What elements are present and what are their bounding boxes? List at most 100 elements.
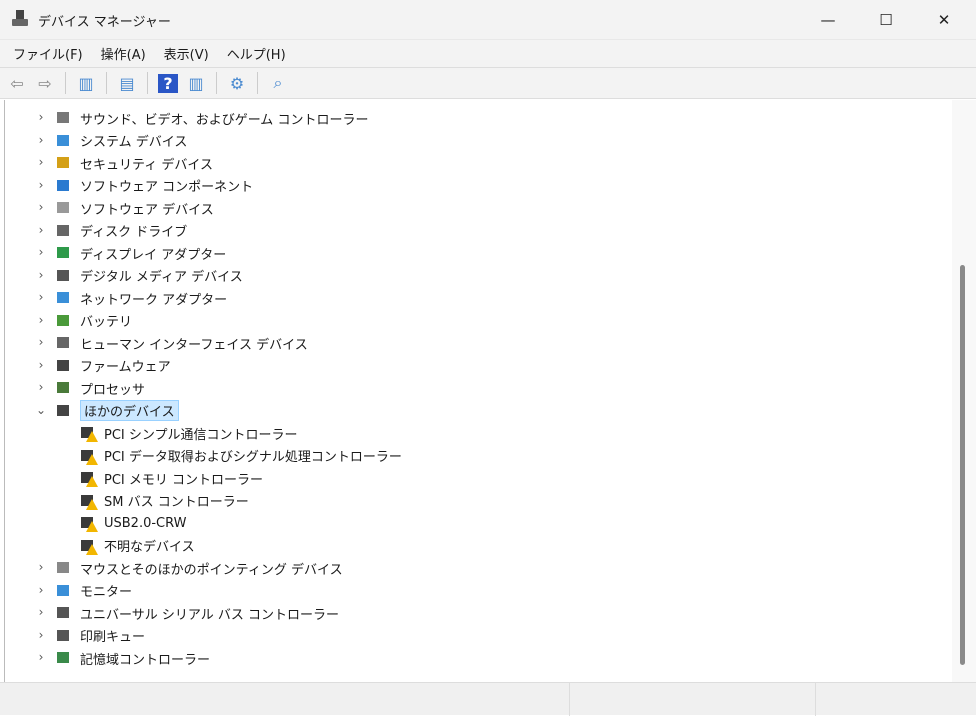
close-button[interactable]: ✕ [916,0,972,40]
warning-icon [86,544,98,555]
show-action-pane-icon: ▥ [188,74,203,93]
expand-chevron-icon[interactable]: › [35,560,47,574]
warning-icon [86,521,98,532]
expand-chevron-icon[interactable]: › [35,223,47,237]
device-tree[interactable]: › サウンド、ビデオ、およびゲーム コントローラー › システム デバイス › セキュリテ… [4,100,952,682]
category-label: モニター [80,581,132,600]
unknown-device-icon [78,537,96,555]
device-item[interactable]: PCI メモリ コントローラー [78,467,263,489]
category-label: サウンド、ビデオ、およびゲーム コントローラー [80,109,368,128]
category-label: デジタル メディア デバイス [80,266,243,285]
expand-chevron-icon[interactable]: › [35,290,47,304]
warning-icon [86,454,98,465]
battery-icon [54,312,72,330]
scan-hardware-icon: ⌕ [274,73,283,93]
scan-hardware-button[interactable]: ⌕ [267,72,289,94]
tree-category[interactable]: 記憶域コントローラー [54,647,210,669]
monitor-icon [54,582,72,600]
tree-category[interactable]: ソフトウェア コンポーネント [54,175,253,197]
tree-category[interactable]: デジタル メディア デバイス [54,265,243,287]
category-label: マウスとそのほかのポインティング デバイス [80,559,343,578]
expand-chevron-icon[interactable]: › [35,178,47,192]
device-label: USB2.0-CRW [104,516,187,531]
category-label: ファームウェア [80,356,171,375]
toolbar-separator [106,72,107,94]
expand-chevron-icon[interactable]: › [35,245,47,259]
properties-button[interactable]: ▤ [116,72,138,94]
tree-category[interactable]: ディスク ドライブ [54,220,187,242]
category-label: ネットワーク アダプター [80,289,227,308]
expand-chevron-icon[interactable]: › [35,583,47,597]
category-label: ユニバーサル シリアル バス コントローラー [80,604,339,623]
tree-category[interactable]: システム デバイス [54,130,187,152]
device-label: PCI シンプル通信コントローラー [104,424,298,443]
warning-icon [86,499,98,510]
device-item[interactable]: 不明なデバイス [78,535,195,557]
security-key-icon [54,154,72,172]
tree-category[interactable]: プロセッサ [54,377,145,399]
expand-chevron-icon[interactable]: › [35,650,47,664]
tree-category[interactable]: セキュリティ デバイス [54,152,213,174]
expand-chevron-icon[interactable]: › [35,605,47,619]
tree-category[interactable]: サウンド、ビデオ、およびゲーム コントローラー [54,107,368,129]
tree-category[interactable]: ヒューマン インターフェイス デバイス [54,332,308,354]
printer-icon [54,627,72,645]
forward-icon: ⇨ [38,74,51,93]
tree-category[interactable]: マウスとそのほかのポインティング デバイス [54,557,343,579]
show-hide-console-tree-button[interactable]: ▥ [75,72,97,94]
update-driver-icon: ⚙ [230,74,244,93]
tree-category[interactable]: ディスプレイ アダプター [54,242,226,264]
category-label: ソフトウェア デバイス [80,199,214,218]
expand-chevron-icon[interactable]: › [35,155,47,169]
expand-chevron-icon[interactable]: › [35,110,47,124]
processor-icon [54,379,72,397]
back-button[interactable]: ⇦ [6,72,28,94]
show-action-pane-button[interactable]: ▥ [185,72,207,94]
device-item[interactable]: PCI データ取得およびシグナル処理コントローラー [78,445,402,467]
expand-chevron-icon[interactable]: › [35,268,47,282]
device-manager-icon [12,10,28,28]
category-label: ソフトウェア コンポーネント [80,176,253,195]
menu-view[interactable]: 表示(V) [157,44,216,63]
menu-help[interactable]: ヘルプ(H) [220,44,293,63]
device-item[interactable]: USB2.0-CRW [78,512,187,534]
tree-category[interactable]: 印刷キュー [54,625,145,647]
category-label: バッテリ [80,311,132,330]
scrollbar-thumb[interactable] [960,265,965,665]
digital-media-icon [54,267,72,285]
tree-category[interactable]: ほかのデバイス [54,400,179,422]
expand-chevron-icon[interactable]: › [35,200,47,214]
menu-file[interactable]: ファイル(F) [6,44,90,63]
firmware-icon [54,357,72,375]
vertical-scrollbar[interactable] [952,100,976,682]
update-driver-button[interactable]: ⚙ [226,72,248,94]
expand-chevron-icon[interactable]: › [35,133,47,147]
help-button[interactable]: ? [157,72,179,94]
expand-chevron-icon[interactable]: › [35,628,47,642]
expand-chevron-icon[interactable]: › [35,335,47,349]
category-label: システム デバイス [80,131,187,150]
window-title: デバイス マネージャー [38,11,171,30]
help-icon: ? [158,74,177,93]
tree-category[interactable]: バッテリ [54,310,132,332]
tree-category[interactable]: ネットワーク アダプター [54,287,227,309]
hid-icon [54,334,72,352]
speaker-icon [54,109,72,127]
tree-category[interactable]: ソフトウェア デバイス [54,197,214,219]
expand-chevron-icon[interactable]: › [35,358,47,372]
menu-action[interactable]: 操作(A) [94,44,153,63]
expand-chevron-icon[interactable]: › [35,380,47,394]
category-label: 印刷キュー [80,626,145,645]
expand-chevron-icon[interactable]: › [35,313,47,327]
toolbar-separator [216,72,217,94]
minimize-button[interactable]: — [800,0,856,40]
maximize-button[interactable]: ☐ [858,0,914,40]
forward-button[interactable]: ⇨ [34,72,56,94]
tree-category[interactable]: モニター [54,580,132,602]
category-label: ディスプレイ アダプター [80,244,226,263]
collapse-chevron-icon[interactable]: ⌄ [35,403,47,417]
device-item[interactable]: SM バス コントローラー [78,490,249,512]
device-item[interactable]: PCI シンプル通信コントローラー [78,422,298,444]
tree-category[interactable]: ユニバーサル シリアル バス コントローラー [54,602,339,624]
tree-category[interactable]: ファームウェア [54,355,171,377]
